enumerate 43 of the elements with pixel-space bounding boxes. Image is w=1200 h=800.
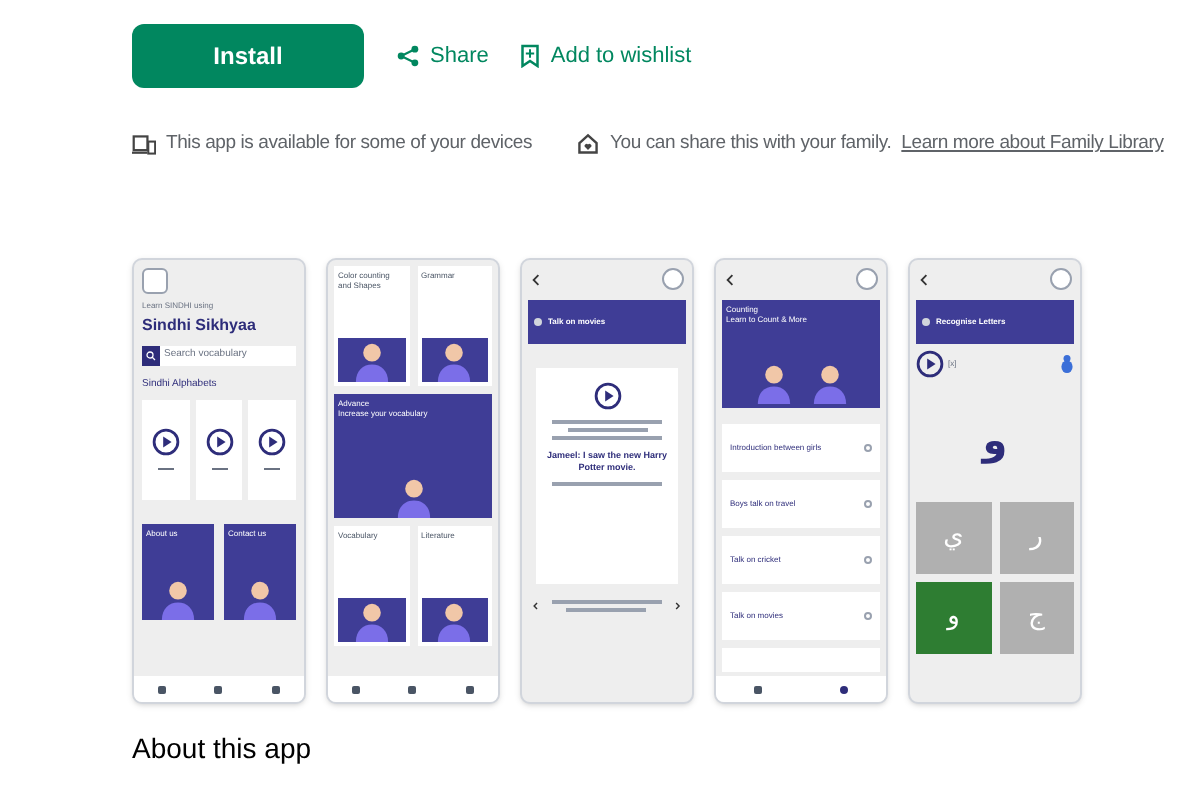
- alphabet-card[interactable]: [195, 399, 243, 499]
- chevron-icon: [864, 612, 872, 620]
- logo-icon: [142, 268, 168, 294]
- chevron-icon: [864, 556, 872, 564]
- play-icon[interactable]: [258, 428, 287, 456]
- back-icon[interactable]: [724, 273, 736, 285]
- alphabet-card[interactable]: [142, 399, 190, 499]
- install-button[interactable]: Install: [132, 24, 364, 88]
- play-icon[interactable]: [916, 350, 944, 378]
- logo-icon: [1050, 268, 1072, 290]
- notice-text: This app is available for some of your devices: [166, 129, 533, 158]
- notice-text: You can share this with your family.: [610, 129, 892, 158]
- wishlist-button[interactable]: Add to wishlist: [520, 39, 692, 73]
- share-button[interactable]: Share: [396, 39, 489, 73]
- play-icon[interactable]: [593, 382, 621, 410]
- nav-icon[interactable]: [754, 685, 763, 693]
- nav-icon[interactable]: [465, 685, 474, 693]
- devices-icon: [132, 133, 156, 155]
- back-icon[interactable]: [918, 273, 930, 285]
- play-icon[interactable]: [205, 428, 233, 456]
- nav-icon[interactable]: [352, 685, 361, 693]
- nav-icon[interactable]: [839, 685, 848, 693]
- section-heading: About this app: [132, 734, 314, 762]
- app-title: Sindhi Sikhyaa: [142, 318, 258, 334]
- nav-icon[interactable]: [408, 685, 417, 693]
- back-icon[interactable]: [530, 273, 542, 285]
- target-letter: و: [982, 414, 1008, 468]
- chevron-icon: [864, 500, 872, 508]
- nav-icon[interactable]: [214, 685, 223, 693]
- chevron-icon: [864, 444, 872, 452]
- bookmark-icon: [520, 44, 541, 68]
- share-icon: [396, 44, 420, 68]
- logo-icon: [856, 268, 878, 290]
- family-library-link[interactable]: Learn more about Family Library: [901, 129, 1164, 159]
- nav-icon[interactable]: [158, 685, 167, 693]
- alphabet-card[interactable]: [248, 399, 297, 499]
- home-icon: [576, 132, 601, 156]
- logo-icon: [662, 268, 684, 290]
- play-icon[interactable]: [151, 428, 180, 456]
- letter-option[interactable]: و: [916, 582, 991, 654]
- search-icon: [142, 346, 160, 366]
- bird-drawing: [1060, 352, 1074, 376]
- nav-icon[interactable]: [271, 685, 280, 693]
